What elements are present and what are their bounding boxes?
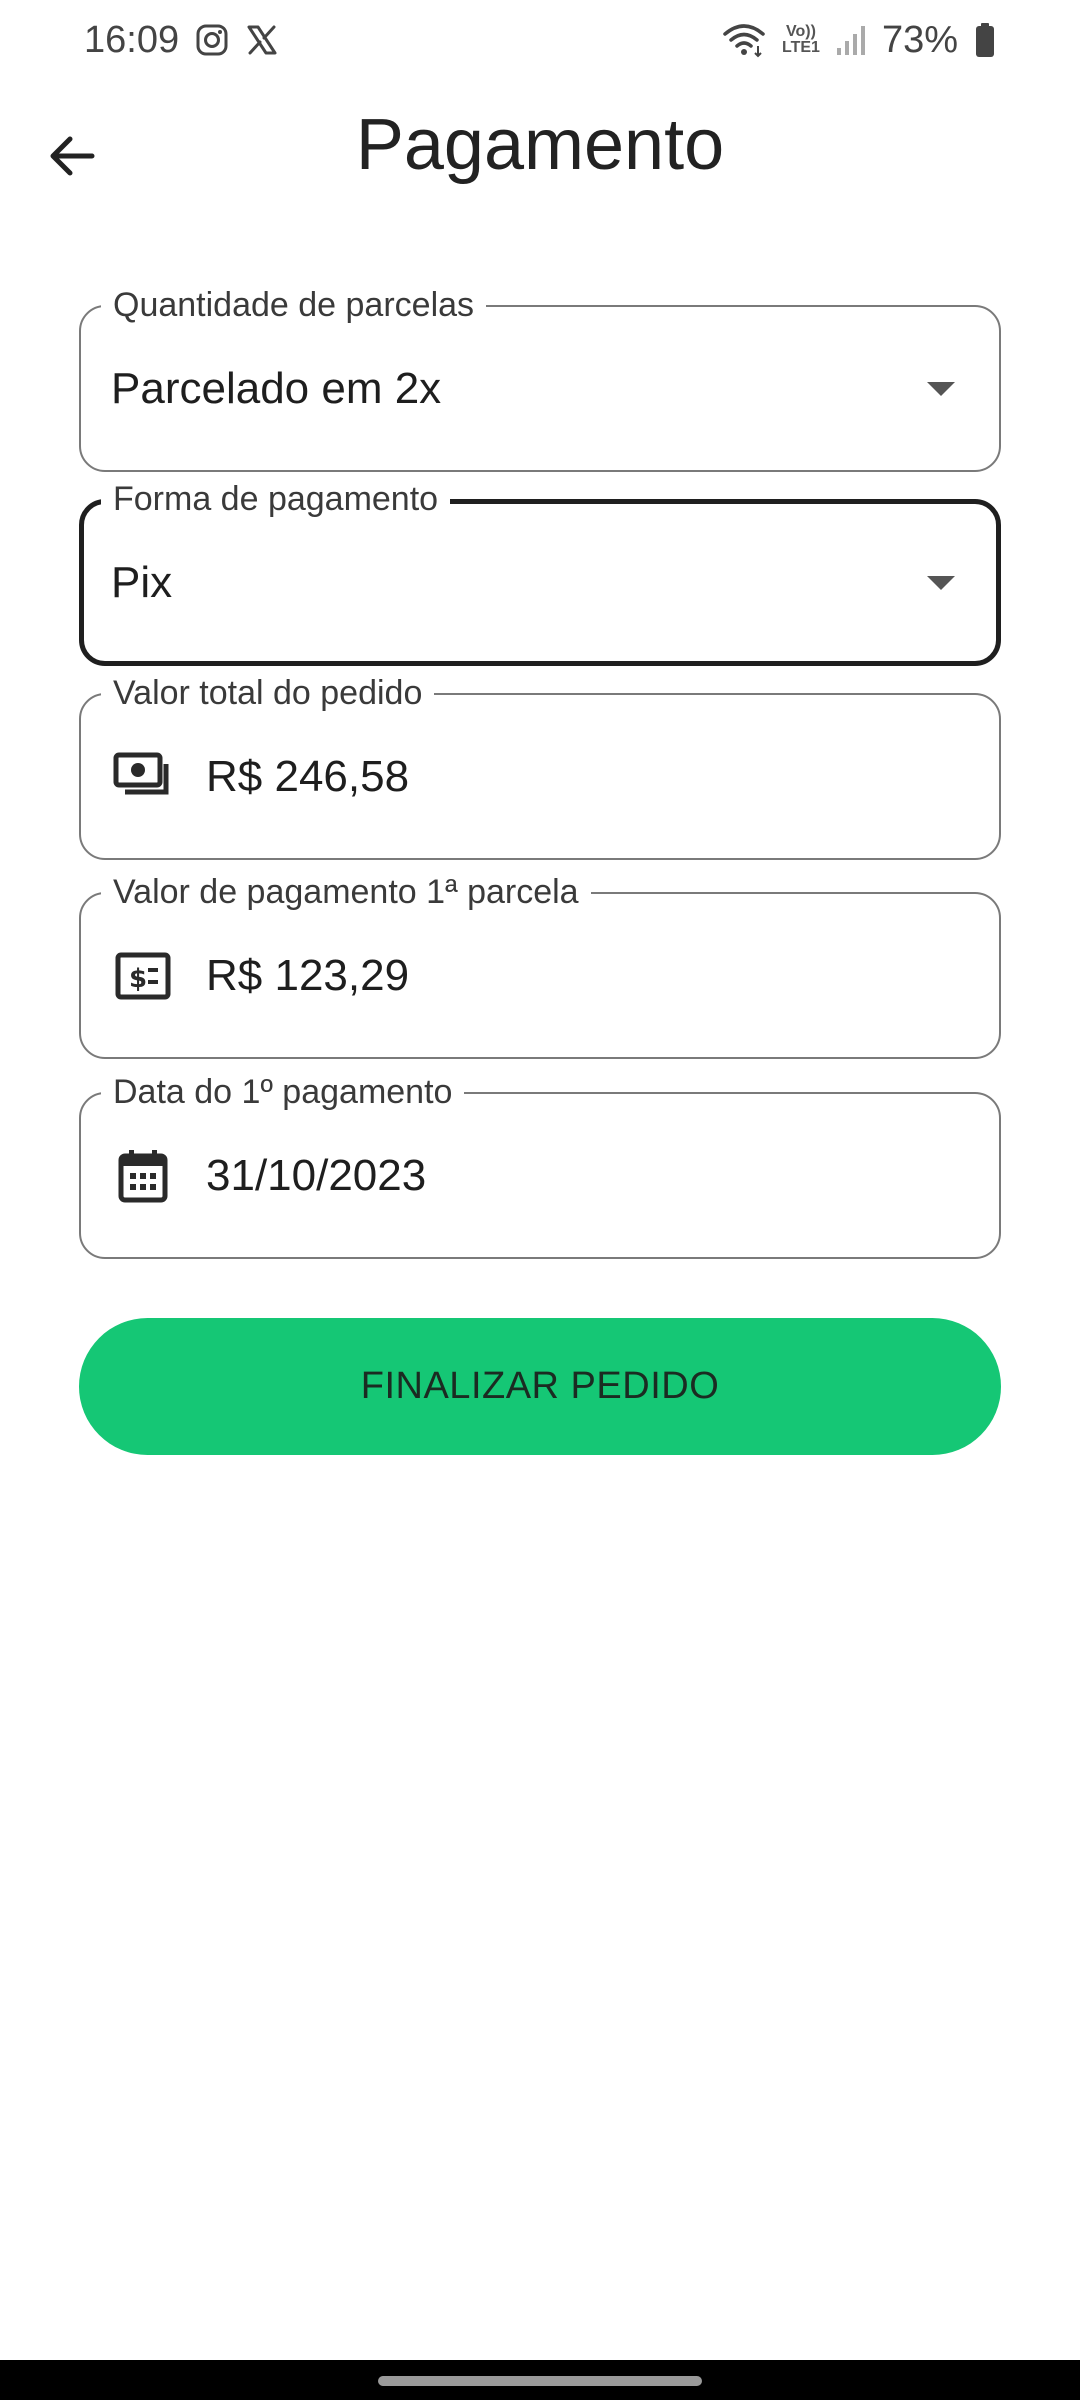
lte-text: LTE1	[782, 39, 820, 56]
order-total-label: Valor total do pedido	[101, 673, 435, 713]
volte-text: Vo))	[786, 23, 816, 40]
installments-value: Parcelado em 2x	[111, 363, 442, 413]
first-installment-label: Valor de pagamento 1ª parcela	[101, 872, 591, 912]
calendar-icon	[111, 1144, 175, 1208]
first-payment-date-field[interactable]: Data do 1º pagamento 31/10/2023	[79, 1072, 1001, 1259]
page-title: Pagamento	[355, 105, 725, 185]
x-icon	[245, 23, 279, 57]
status-right: Vo)) LTE1 73%	[722, 19, 996, 62]
installments-label: Quantidade de parcelas	[101, 285, 487, 325]
svg-text:$: $	[129, 964, 147, 994]
finish-order-label: FINALIZAR PEDIDO	[360, 1365, 720, 1407]
dropdown-arrow-icon[interactable]	[927, 381, 955, 396]
order-total-value: R$ 246,58	[206, 751, 410, 801]
wifi-icon	[722, 22, 766, 58]
first-payment-date-value: 31/10/2023	[206, 1150, 427, 1200]
status-time: 16:09	[84, 18, 180, 61]
lte-indicator: Vo)) LTE1	[782, 24, 820, 56]
dropdown-arrow-icon[interactable]	[927, 575, 955, 590]
status-bar: 16:09 Vo)) LTE1 73%	[0, 0, 1080, 80]
payment-screen: 16:09 Vo)) LTE1 73% Pagamento Quantidade…	[0, 0, 1080, 2400]
payment-method-value: Pix	[111, 557, 173, 607]
payment-method-label: Forma de pagamento	[101, 479, 451, 519]
installments-dropdown[interactable]: Quantidade de parcelas Parcelado em 2x	[79, 285, 1001, 472]
order-total-field[interactable]: Valor total do pedido R$ 246,58	[79, 673, 1001, 860]
money-icon	[111, 745, 175, 809]
first-installment-field[interactable]: Valor de pagamento 1ª parcela $ R$ 123,2…	[79, 872, 1001, 1059]
system-nav-bar	[0, 2360, 1080, 2400]
status-left: 16:09	[84, 19, 279, 62]
first-installment-value: R$ 123,29	[206, 950, 410, 1000]
home-indicator[interactable]	[378, 2376, 702, 2386]
app-header: Pagamento	[0, 100, 1080, 210]
battery-icon	[974, 22, 996, 58]
bill-icon: $	[111, 944, 175, 1008]
payment-method-dropdown[interactable]: Forma de pagamento Pix	[79, 479, 1001, 666]
instagram-icon	[195, 23, 229, 57]
signal-icon	[836, 24, 866, 56]
first-payment-date-label: Data do 1º pagamento	[101, 1072, 465, 1112]
battery-percent: 73%	[881, 18, 958, 61]
finish-order-button[interactable]: FINALIZAR PEDIDO	[79, 1318, 1001, 1455]
